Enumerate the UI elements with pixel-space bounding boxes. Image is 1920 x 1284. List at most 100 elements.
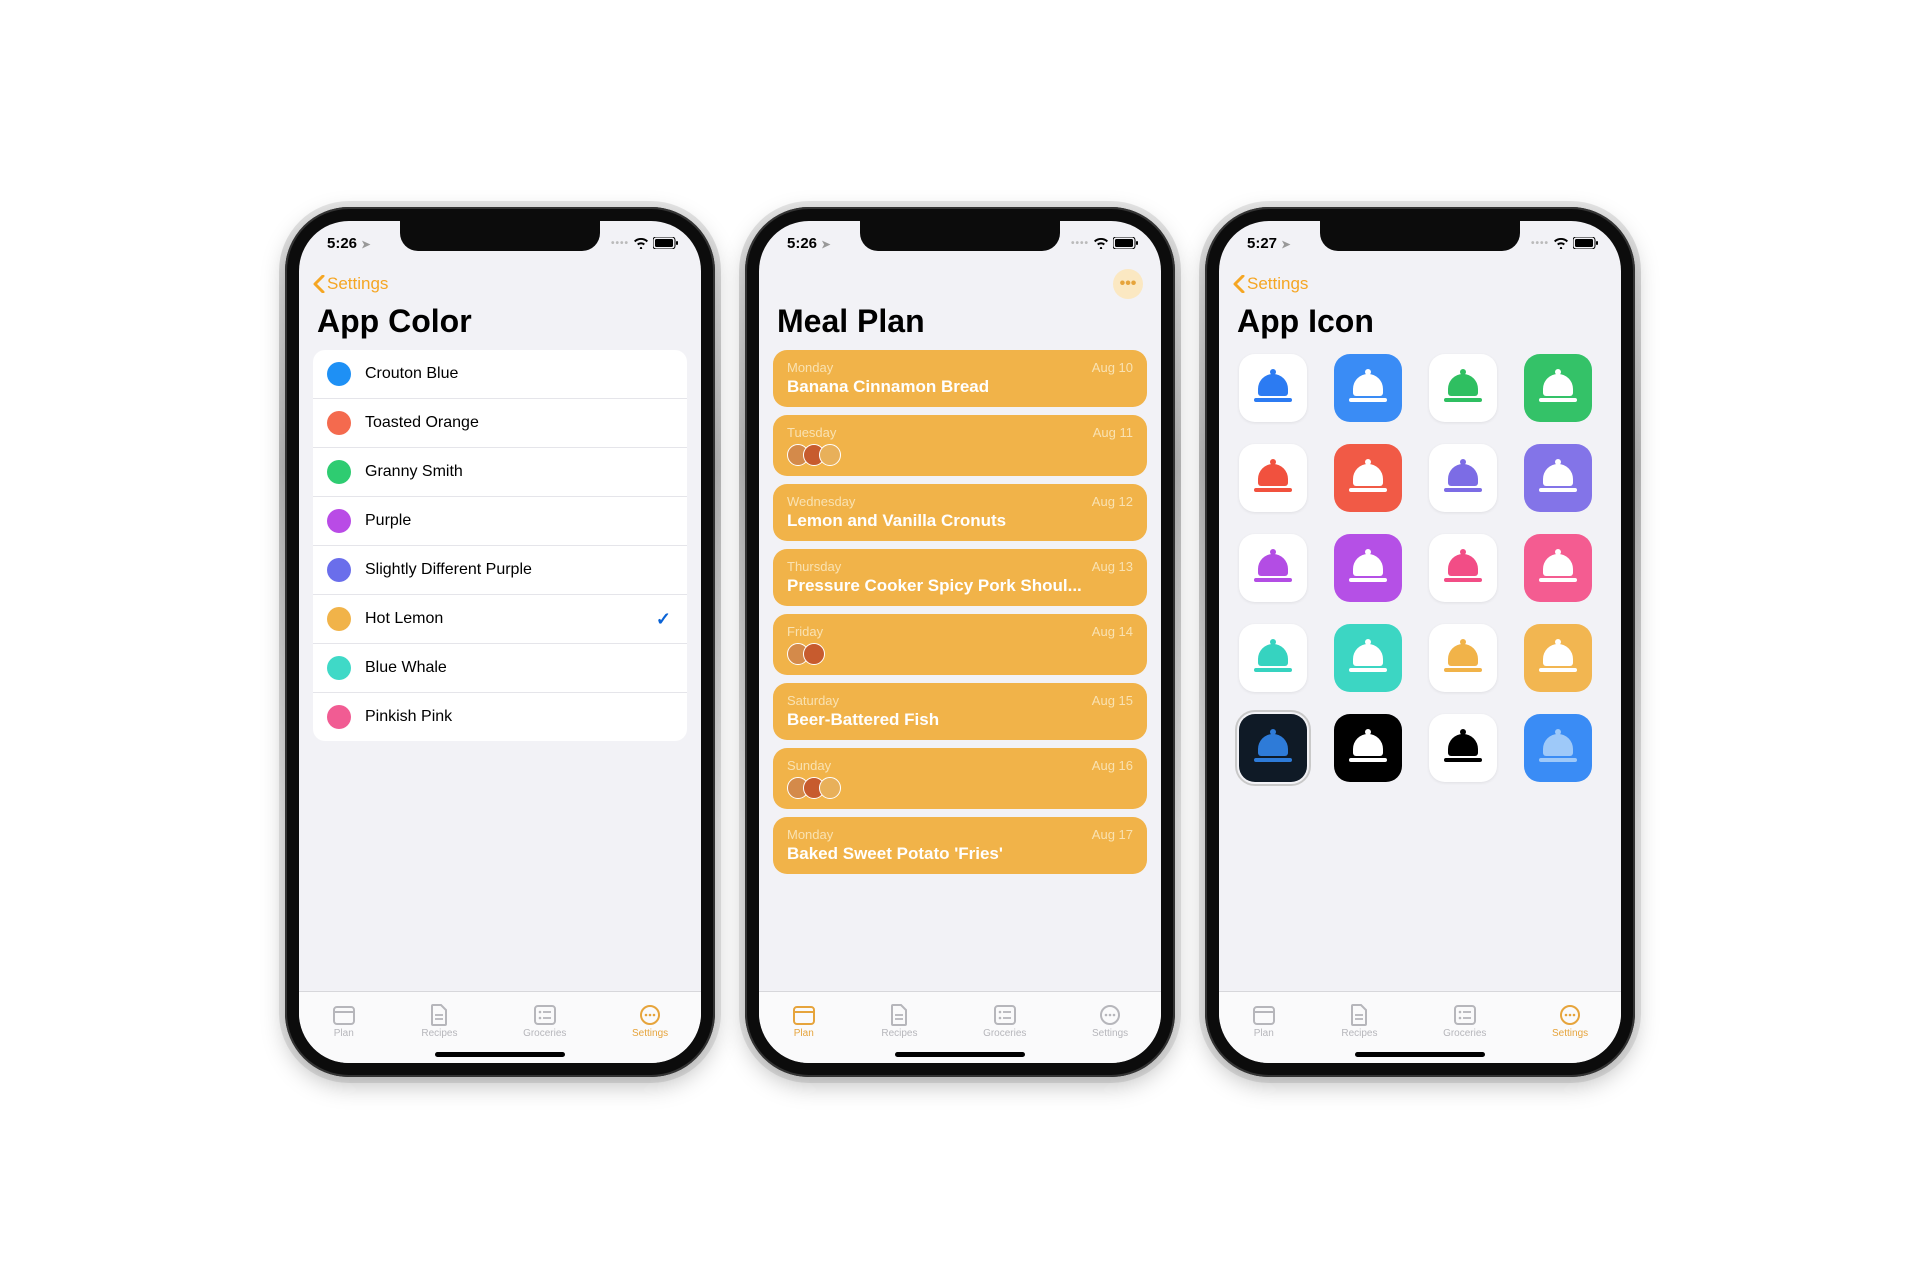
app-icon-option[interactable] [1429,624,1497,692]
day-label: Monday [787,827,833,842]
more-icon [1098,1004,1122,1026]
app-icon-option[interactable] [1524,444,1592,512]
color-option[interactable]: Blue Whale [313,643,687,692]
color-swatch [327,411,351,435]
status-time: 5:26 [787,235,817,252]
app-icon-option[interactable] [1524,714,1592,782]
tab-settings[interactable]: Settings [1092,1004,1128,1039]
app-icon-option[interactable] [1524,624,1592,692]
color-name: Pinkish Pink [365,708,452,726]
color-option[interactable]: Pinkish Pink [313,692,687,741]
meal-title: Pressure Cooker Spicy Pork Shoul... [787,576,1133,596]
day-label: Sunday [787,758,831,773]
cloche-icon [1539,374,1577,402]
tab-recipes[interactable]: Recipes [1341,1004,1377,1039]
meal-title: Banana Cinnamon Bread [787,377,1133,397]
cloche-icon [1254,644,1292,672]
date-label: Aug 12 [1092,494,1133,509]
tab-plan[interactable]: Plan [332,1004,356,1039]
plan-day-card[interactable]: MondayAug 10Banana Cinnamon Bread [773,350,1147,407]
plan-day-card[interactable]: SaturdayAug 15Beer-Battered Fish [773,683,1147,740]
plan-day-card[interactable]: Friday Aug 14 [773,614,1147,675]
color-name: Granny Smith [365,463,463,481]
back-button[interactable]: Settings [299,265,701,299]
color-option[interactable]: Slightly Different Purple [313,545,687,594]
app-icon-option[interactable] [1239,534,1307,602]
tab-label: Settings [1552,1028,1588,1039]
status-time: 5:27 [1247,235,1277,252]
app-icon-option[interactable] [1334,624,1402,692]
cloche-icon [1254,734,1292,762]
plan-day-card[interactable]: ThursdayAug 13Pressure Cooker Spicy Pork… [773,549,1147,606]
tab-label: Groceries [1443,1028,1486,1039]
plan-day-card[interactable]: WednesdayAug 12Lemon and Vanilla Cronuts [773,484,1147,541]
app-icon-option[interactable] [1429,714,1497,782]
color-option[interactable]: Toasted Orange [313,398,687,447]
cloche-icon [1254,554,1292,582]
page-title: Meal Plan [759,299,1161,350]
tab-groceries[interactable]: Groceries [983,1004,1026,1039]
plan-day-card[interactable]: Sunday Aug 16 [773,748,1147,809]
meal-thumb [803,643,825,665]
tab-recipes[interactable]: Recipes [881,1004,917,1039]
cloche-icon [1349,644,1387,672]
color-option[interactable]: Granny Smith [313,447,687,496]
color-name: Hot Lemon [365,610,443,628]
cloche-icon [1444,734,1482,762]
cloche-icon [1254,464,1292,492]
list-icon [993,1004,1017,1026]
date-label: Aug 10 [1092,360,1133,375]
app-icon-option[interactable] [1429,354,1497,422]
more-icon [1558,1004,1582,1026]
cloche-icon [1444,374,1482,402]
tab-plan[interactable]: Plan [792,1004,816,1039]
tab-groceries[interactable]: Groceries [523,1004,566,1039]
app-icon-option[interactable] [1239,714,1307,782]
tab-plan[interactable]: Plan [1252,1004,1276,1039]
app-icon-option[interactable] [1239,354,1307,422]
date-label: Aug 14 [1092,624,1133,639]
app-icon-option[interactable] [1334,534,1402,602]
more-button[interactable]: ••• [1113,269,1143,299]
day-label: Friday [787,624,823,639]
tab-settings[interactable]: Settings [632,1004,668,1039]
icon-grid [1233,350,1607,786]
tab-label: Plan [1254,1028,1274,1039]
meal-title: Baked Sweet Potato 'Fries' [787,844,1133,864]
app-icon-option[interactable] [1334,444,1402,512]
app-icon-option[interactable] [1239,444,1307,512]
color-option[interactable]: Crouton Blue [313,350,687,398]
app-icon-option[interactable] [1524,534,1592,602]
color-option[interactable]: Purple [313,496,687,545]
tab-label: Recipes [881,1028,917,1039]
back-label: Settings [1247,274,1308,294]
back-button[interactable]: Settings [1219,265,1621,299]
color-swatch [327,607,351,631]
color-name: Slightly Different Purple [365,561,532,579]
app-icon-option[interactable] [1334,354,1402,422]
tab-recipes[interactable]: Recipes [421,1004,457,1039]
plan-day-card[interactable]: TuesdayAug 11 [773,415,1147,476]
app-icon-option[interactable] [1429,444,1497,512]
tab-label: Plan [334,1028,354,1039]
app-icon-option[interactable] [1429,534,1497,602]
color-name: Toasted Orange [365,414,479,432]
app-icon-option[interactable] [1239,624,1307,692]
cloche-icon [1349,374,1387,402]
color-option[interactable]: Hot Lemon ✓ [313,594,687,643]
date-label: Aug 17 [1092,827,1133,842]
app-icon-option[interactable] [1334,714,1402,782]
date-label: Aug 16 [1092,758,1133,773]
cloche-icon [1349,734,1387,762]
tab-groceries[interactable]: Groceries [1443,1004,1486,1039]
color-list: Crouton Blue Toasted Orange Granny Smith… [313,350,687,741]
day-label: Thursday [787,559,841,574]
calendar-icon [332,1004,356,1026]
tab-settings[interactable]: Settings [1552,1004,1588,1039]
app-icon-option[interactable] [1524,354,1592,422]
day-label: Tuesday [787,425,836,440]
plan-day-card[interactable]: Monday Aug 17 Baked Sweet Potato 'Fries' [773,817,1147,874]
meal-thumb [819,777,841,799]
tab-label: Recipes [1341,1028,1377,1039]
cloche-icon [1539,464,1577,492]
